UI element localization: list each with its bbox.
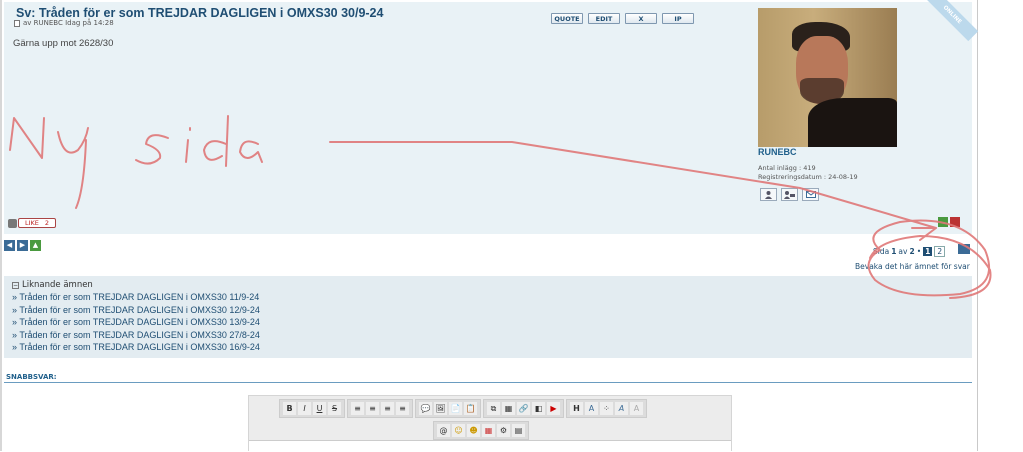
- remove-format-icon[interactable]: A: [630, 402, 643, 415]
- author-profile-buttons: [760, 188, 819, 201]
- mention-icon[interactable]: @: [437, 424, 450, 437]
- like-widget: LIKE 2: [8, 218, 57, 228]
- font-face-icon[interactable]: A: [615, 402, 628, 415]
- author-name[interactable]: RUNEBC: [758, 147, 797, 157]
- copy-icon[interactable]: ⧉: [487, 402, 500, 415]
- delete-button[interactable]: X: [625, 13, 657, 24]
- post-mod-buttons: QUOTE EDIT X IP: [551, 13, 694, 24]
- settings-icon[interactable]: ⚙: [497, 424, 510, 437]
- similar-topic-link[interactable]: » Tråden för er som TREJDAR DAGLIGEN i O…: [12, 329, 964, 342]
- editor-toolbar-row-2: @ ☺ ☻ ▦ ⚙ ▤: [433, 421, 529, 440]
- insert-group: 💬 🖼 📄 📋: [415, 399, 481, 418]
- watch-topic-link[interactable]: Bevaka det här ämnet för svar: [855, 262, 970, 271]
- page-1-link[interactable]: 1: [923, 247, 933, 256]
- table-icon[interactable]: ▦: [502, 402, 515, 415]
- page-2-link[interactable]: 2: [934, 246, 946, 257]
- pagination-total: 2: [909, 247, 915, 256]
- similar-topics-title: Liknande ämnen: [22, 280, 93, 290]
- similar-topic-link[interactable]: » Tråden för er som TREJDAR DAGLIGEN i O…: [12, 291, 964, 304]
- image-icon[interactable]: 🖼: [434, 402, 447, 415]
- like-label: LIKE: [25, 219, 39, 227]
- emoji-icon[interactable]: ☻: [467, 424, 480, 437]
- font-size-icon[interactable]: A: [585, 402, 598, 415]
- quote-button[interactable]: QUOTE: [551, 13, 583, 24]
- document-icon: [14, 19, 20, 27]
- post-meta-text: av RUNEBC Idag på 14:28: [23, 19, 114, 27]
- previous-topic-icon[interactable]: ◀: [4, 240, 15, 251]
- private-message-icon[interactable]: [781, 188, 798, 201]
- pagination: Sida 1 av 2 • 1 2: [873, 246, 946, 257]
- post-title[interactable]: Sv: Tråden för er som TREJDAR DAGLIGEN i…: [16, 6, 383, 20]
- align-justify-icon[interactable]: ≡: [396, 402, 409, 415]
- pagination-prefix: Sida: [873, 247, 890, 256]
- post-corner-icons: [938, 217, 960, 227]
- post-meta: av RUNEBC Idag på 14:28: [14, 19, 114, 27]
- author-avatar[interactable]: [758, 8, 897, 147]
- underline-button[interactable]: U: [313, 402, 326, 415]
- media-group: ⧉ ▦ 🔗 ◧ ▶: [483, 399, 564, 418]
- editor-toolbar-row-1: B I U S ≡ ≡ ≡ ≡ 💬 🖼 📄 📋 ⧉ ▦ 🔗 ◧ ▶ H A ⁘: [279, 399, 647, 418]
- profile-icon[interactable]: [760, 188, 777, 201]
- quick-reply-editor: B I U S ≡ ≡ ≡ ≡ 💬 🖼 📄 📋 ⧉ ▦ 🔗 ◧ ▶ H A ⁘: [248, 395, 732, 452]
- top-of-page-icon[interactable]: ▲: [30, 240, 41, 251]
- author-post-count: Antal inlägg : 419: [758, 164, 816, 172]
- youtube-icon[interactable]: ▶: [547, 402, 560, 415]
- extras-group: @ ☺ ☻ ▦ ⚙ ▤: [433, 421, 529, 440]
- collapse-icon[interactable]: −: [12, 281, 19, 289]
- align-left-icon[interactable]: ≡: [351, 402, 364, 415]
- pagination-bullet: •: [916, 247, 922, 256]
- topic-nav-arrows: ◀ ▶ ▲: [4, 240, 41, 251]
- ip-button[interactable]: IP: [662, 13, 694, 24]
- next-page-icon[interactable]: [958, 244, 970, 254]
- report-icon[interactable]: [950, 217, 960, 227]
- calendar-icon[interactable]: ▦: [482, 424, 495, 437]
- author-registered: Registreringsdatum : 24-08-19: [758, 173, 858, 181]
- similar-topic-link[interactable]: » Tråden för er som TREJDAR DAGLIGEN i O…: [12, 341, 964, 354]
- reply-textarea[interactable]: [249, 440, 731, 452]
- text-format-group: B I U S: [279, 399, 345, 418]
- align-center-icon[interactable]: ≡: [366, 402, 379, 415]
- pagination-of: av: [898, 247, 908, 256]
- similar-topic-link[interactable]: » Tråden för er som TREJDAR DAGLIGEN i O…: [12, 304, 964, 317]
- post-body: Gärna upp mot 2628/30: [13, 38, 114, 49]
- next-topic-icon[interactable]: ▶: [17, 240, 28, 251]
- smiley-icon[interactable]: ☺: [452, 424, 465, 437]
- source-icon[interactable]: ▤: [512, 424, 525, 437]
- similar-topics-header[interactable]: − Liknande ämnen: [12, 280, 964, 290]
- go-up-icon[interactable]: [938, 217, 948, 227]
- align-group: ≡ ≡ ≡ ≡: [347, 399, 413, 418]
- similar-topics: − Liknande ämnen » Tråden för er som TRE…: [4, 276, 972, 358]
- avatar-body: [808, 98, 897, 147]
- link-icon[interactable]: 🔗: [517, 402, 530, 415]
- author-stats: Antal inlägg : 419 Registreringsdatum : …: [758, 164, 858, 182]
- like-count: 2: [44, 219, 50, 227]
- email-icon[interactable]: [802, 188, 819, 201]
- quick-reply-label: SNABBSVAR:: [6, 373, 57, 381]
- quick-reply-divider: [4, 382, 972, 383]
- heading-button[interactable]: H: [570, 402, 583, 415]
- code-icon[interactable]: ◧: [532, 402, 545, 415]
- clipboard-icon[interactable]: 📋: [464, 402, 477, 415]
- pagination-current: 1: [891, 247, 897, 256]
- quote-icon[interactable]: 💬: [419, 402, 432, 415]
- style-group: H A ⁘ A A: [566, 399, 647, 418]
- color-icon[interactable]: ⁘: [600, 402, 613, 415]
- like-button[interactable]: LIKE 2: [18, 218, 57, 228]
- thumbs-up-icon: [8, 218, 17, 228]
- italic-button[interactable]: I: [298, 402, 311, 415]
- bold-button[interactable]: B: [283, 402, 296, 415]
- document-insert-icon[interactable]: 📄: [449, 402, 462, 415]
- align-right-icon[interactable]: ≡: [381, 402, 394, 415]
- edit-button[interactable]: EDIT: [588, 13, 620, 24]
- similar-topic-link[interactable]: » Tråden för er som TREJDAR DAGLIGEN i O…: [12, 316, 964, 329]
- strike-button[interactable]: S: [328, 402, 341, 415]
